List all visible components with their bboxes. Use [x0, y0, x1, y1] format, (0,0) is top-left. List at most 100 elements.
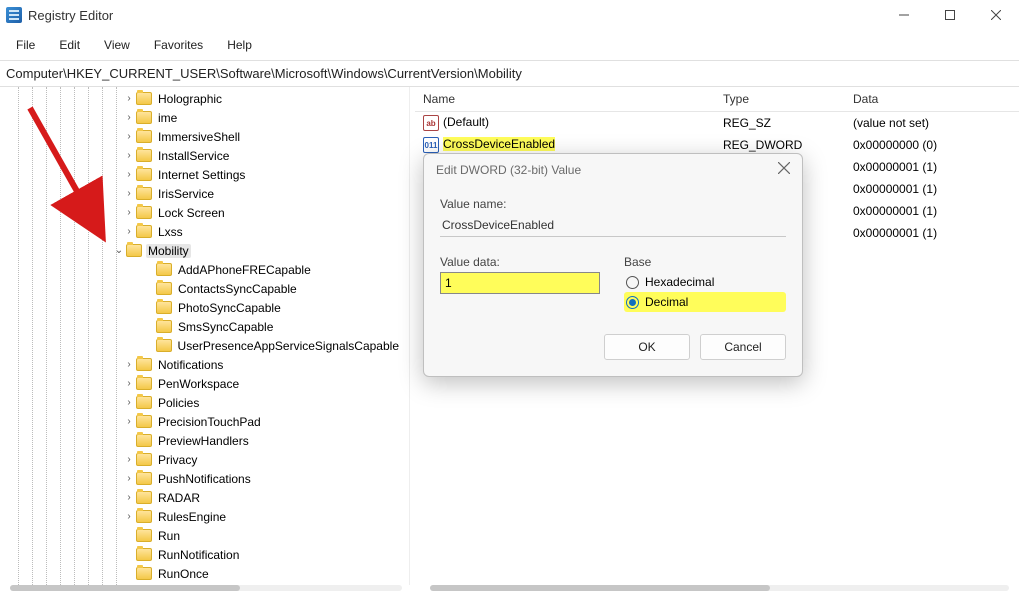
chevron-right-icon[interactable]: ›	[122, 207, 136, 218]
tree-item-label: PhotoSyncCapable	[176, 301, 283, 315]
tree-item[interactable]: › PushNotifications	[4, 469, 409, 488]
tree-item-label: InstallService	[156, 149, 231, 163]
list-scrollbar[interactable]	[430, 585, 1009, 591]
tree-item[interactable]: ›Lock Screen	[4, 203, 409, 222]
tree-item[interactable]: ⌄ Mobility	[4, 241, 409, 260]
chevron-right-icon[interactable]: ›	[122, 473, 136, 484]
folder-icon	[136, 168, 152, 181]
tree-item-label: AddAPhoneFRECapable	[176, 263, 313, 277]
tree-item[interactable]: SmsSyncCapable	[4, 317, 409, 336]
header-data[interactable]: Data	[845, 87, 1019, 111]
cancel-button[interactable]: Cancel	[700, 334, 786, 360]
chevron-right-icon[interactable]: ›	[122, 188, 136, 199]
tree-item[interactable]: › Policies	[4, 393, 409, 412]
chevron-right-icon[interactable]: ›	[122, 150, 136, 161]
chevron-right-icon[interactable]: ›	[122, 454, 136, 465]
tree-item[interactable]: ›Internet Settings	[4, 165, 409, 184]
chevron-right-icon[interactable]: ›	[122, 93, 136, 104]
tree-item-label: Policies	[156, 396, 201, 410]
radio-decimal[interactable]: Decimal	[624, 292, 786, 312]
tree-item[interactable]: PhotoSyncCapable	[4, 298, 409, 317]
chevron-right-icon[interactable]: ›	[122, 112, 136, 123]
tree-item[interactable]: › Holographic	[4, 89, 409, 108]
tree-item-label: Privacy	[156, 453, 199, 467]
folder-icon	[136, 472, 152, 485]
tree-item-label: ImmersiveShell	[156, 130, 242, 144]
tree-item-label: PushNotifications	[156, 472, 253, 486]
menu-favorites[interactable]: Favorites	[142, 34, 215, 56]
header-name[interactable]: Name	[415, 87, 715, 111]
menu-help[interactable]: Help	[215, 34, 264, 56]
tree-item[interactable]: › ImmersiveShell	[4, 127, 409, 146]
string-value-icon: ab	[423, 115, 439, 131]
close-button[interactable]	[973, 0, 1019, 30]
folder-icon	[126, 244, 142, 257]
menu-edit[interactable]: Edit	[47, 34, 92, 56]
tree-item[interactable]: UserPresenceAppServiceSignalsCapable	[4, 336, 409, 355]
tree-item[interactable]: ›PrecisionTouchPad	[4, 412, 409, 431]
address-bar[interactable]: Computer\HKEY_CURRENT_USER\Software\Micr…	[0, 61, 1019, 87]
radio-hex-input[interactable]	[626, 276, 639, 289]
tree-item-label: Holographic	[156, 92, 224, 106]
tree-item[interactable]: RunOnce	[4, 564, 409, 583]
tree-item-label: RunOnce	[156, 567, 211, 581]
tree-item-label: SmsSyncCapable	[176, 320, 275, 334]
radio-dec-input[interactable]	[626, 296, 639, 309]
chevron-right-icon[interactable]: ›	[122, 359, 136, 370]
tree-item[interactable]: › RulesEngine	[4, 507, 409, 526]
folder-icon	[156, 263, 172, 276]
tree-item[interactable]: ContactsSyncCapable	[4, 279, 409, 298]
folder-icon	[136, 548, 152, 561]
folder-icon	[136, 567, 152, 580]
tree-item[interactable]: RunNotification	[4, 545, 409, 564]
tree-pane[interactable]: ›Holographic›ime›ImmersiveShell›InstallS…	[0, 87, 410, 585]
chevron-right-icon[interactable]: ›	[122, 378, 136, 389]
table-row[interactable]: ab(Default)REG_SZ(value not set)	[415, 112, 1019, 134]
tree-item[interactable]: ›IrisService	[4, 184, 409, 203]
maximize-button[interactable]	[927, 0, 973, 30]
chevron-right-icon[interactable]: ›	[122, 492, 136, 503]
tree-item-label: Mobility	[146, 244, 191, 258]
chevron-right-icon[interactable]: ›	[122, 131, 136, 142]
tree-item[interactable]: ›PenWorkspace	[4, 374, 409, 393]
radio-hexadecimal[interactable]: Hexadecimal	[624, 272, 786, 292]
value-name-field[interactable]: CrossDeviceEnabled	[440, 214, 786, 237]
tree-item-label: ContactsSyncCapable	[176, 282, 299, 296]
value-name: CrossDeviceEnabled	[443, 137, 555, 151]
tree-item[interactable]: ›Lxss	[4, 222, 409, 241]
menu-view[interactable]: View	[92, 34, 142, 56]
chevron-right-icon[interactable]: ›	[122, 511, 136, 522]
value-data: 0x00000001 (1)	[845, 182, 1019, 196]
tree-item[interactable]: › InstallService	[4, 146, 409, 165]
minimize-button[interactable]	[881, 0, 927, 30]
folder-icon	[136, 187, 152, 200]
tree-item-label: RulesEngine	[156, 510, 228, 524]
titlebar: Registry Editor	[0, 0, 1019, 30]
menu-file[interactable]: File	[4, 34, 47, 56]
value-name: (Default)	[443, 115, 489, 129]
value-data-input[interactable]	[440, 272, 600, 294]
tree-item[interactable]: › Notifications	[4, 355, 409, 374]
dialog-close-button[interactable]	[778, 162, 790, 177]
chevron-down-icon[interactable]: ⌄	[112, 245, 126, 256]
chevron-right-icon[interactable]: ›	[122, 416, 136, 427]
header-type[interactable]: Type	[715, 87, 845, 111]
folder-icon	[136, 510, 152, 523]
tree-item-label: Notifications	[156, 358, 225, 372]
tree-scrollbar[interactable]	[10, 585, 402, 591]
tree-item[interactable]: Run	[4, 526, 409, 545]
menubar: File Edit View Favorites Help	[0, 30, 1019, 61]
window-title: Registry Editor	[28, 8, 881, 23]
ok-button[interactable]: OK	[604, 334, 690, 360]
tree-item[interactable]: › Privacy	[4, 450, 409, 469]
folder-icon	[136, 92, 152, 105]
folder-icon	[136, 434, 152, 447]
tree-item[interactable]: AddAPhoneFRECapable	[4, 260, 409, 279]
tree-item[interactable]: ›RADAR	[4, 488, 409, 507]
chevron-right-icon[interactable]: ›	[122, 397, 136, 408]
chevron-right-icon[interactable]: ›	[122, 226, 136, 237]
tree-item[interactable]: PreviewHandlers	[4, 431, 409, 450]
tree-item[interactable]: ›ime	[4, 108, 409, 127]
chevron-right-icon[interactable]: ›	[122, 169, 136, 180]
value-data: 0x00000001 (1)	[845, 204, 1019, 218]
